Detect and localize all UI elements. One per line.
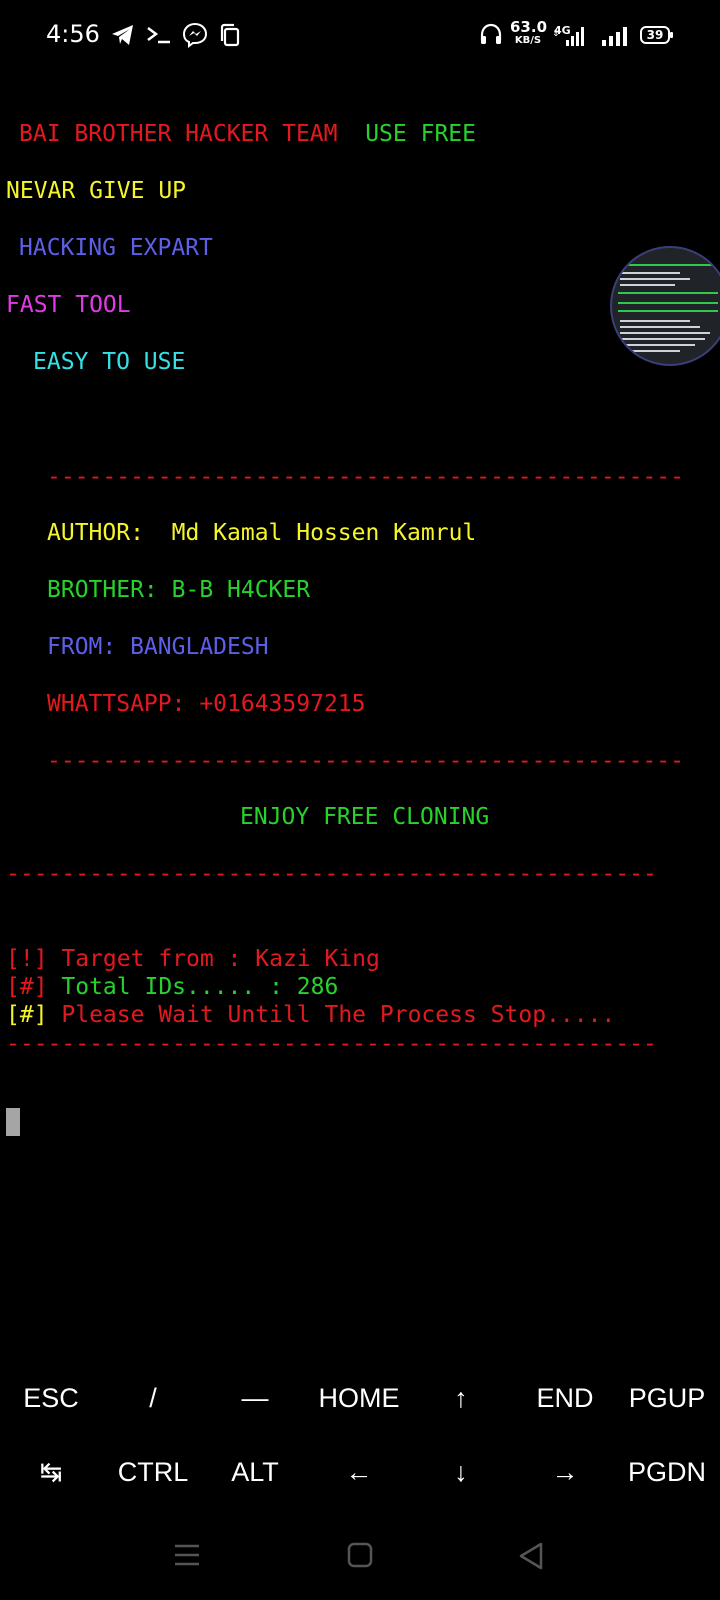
key-tab[interactable]: ↹: [0, 1452, 102, 1492]
extra-keys-bar: ESC / — HOME ↑ END PGUP ↹ CTRL ALT ← ↓ →…: [0, 1360, 720, 1510]
key-end[interactable]: END: [514, 1378, 616, 1418]
wait-text: Please Wait Untill The Process Stop.....: [47, 1002, 616, 1028]
target-line: [!] Target from : Kazi King: [6, 945, 380, 973]
back-icon[interactable]: [518, 1542, 544, 1570]
banner-hacking-expert: HACKING EXPART: [19, 235, 213, 261]
key-dash[interactable]: —: [204, 1378, 306, 1418]
author-line: AUTHOR: Md Kamal Hossen Kamrul: [47, 520, 477, 546]
home-icon[interactable]: [347, 1542, 373, 1568]
from-line: FROM: BANGLADESH: [47, 634, 269, 660]
target-prefix: [!]: [6, 946, 48, 972]
floating-window-bubble[interactable]: [610, 246, 720, 366]
menu-icon[interactable]: [174, 1542, 200, 1568]
divider: ----------------------------------------…: [6, 861, 657, 887]
key-slash[interactable]: /: [102, 1378, 204, 1418]
banner-fast-tool: FAST TOOL: [6, 292, 131, 318]
key-ctrl[interactable]: CTRL: [102, 1452, 204, 1492]
banner-team: BAI BROTHER HACKER TEAM: [19, 121, 338, 147]
key-up[interactable]: ↑: [410, 1378, 512, 1418]
divider: ----------------------------------------…: [6, 1031, 657, 1057]
system-nav-bar: [0, 1510, 720, 1600]
key-right[interactable]: →: [514, 1452, 616, 1492]
key-pgup[interactable]: PGUP: [616, 1378, 718, 1418]
target-text: Target from : Kazi King: [47, 946, 380, 972]
total-line: [#] Total IDs..... : 286: [6, 973, 338, 1001]
brother-line: BROTHER: B-B H4CKER: [47, 577, 311, 603]
terminal-cursor: [6, 1108, 20, 1136]
banner-never-give-up: NEVAR GIVE UP: [6, 178, 187, 204]
total-prefix: [#]: [6, 974, 48, 1000]
divider: ----------------------------------------…: [47, 748, 684, 774]
wait-line: [#] Please Wait Untill The Process Stop.…: [6, 1001, 615, 1029]
key-home[interactable]: HOME: [308, 1378, 410, 1418]
terminal-output[interactable]: BAI BROTHER HACKER TEAM USE FREE NEVAR G…: [0, 0, 720, 1360]
whatsapp-line: WHATTSAPP: +01643597215: [47, 691, 366, 717]
divider: ----------------------------------------…: [47, 464, 684, 490]
key-down[interactable]: ↓: [410, 1452, 512, 1492]
banner-team-line: BAI BROTHER HACKER TEAM USE FREE: [19, 120, 476, 148]
wait-prefix: [#]: [6, 1002, 48, 1028]
total-text: Total IDs..... : 286: [47, 974, 339, 1000]
key-pgdn[interactable]: PGDN: [616, 1452, 718, 1492]
key-esc[interactable]: ESC: [0, 1378, 102, 1418]
banner-use-free: USE FREE: [365, 121, 476, 147]
key-left[interactable]: ←: [308, 1452, 410, 1492]
banner-easy-to-use: EASY TO USE: [33, 349, 186, 375]
enjoy-line: ENJOY FREE CLONING: [240, 804, 490, 830]
key-alt[interactable]: ALT: [204, 1452, 306, 1492]
